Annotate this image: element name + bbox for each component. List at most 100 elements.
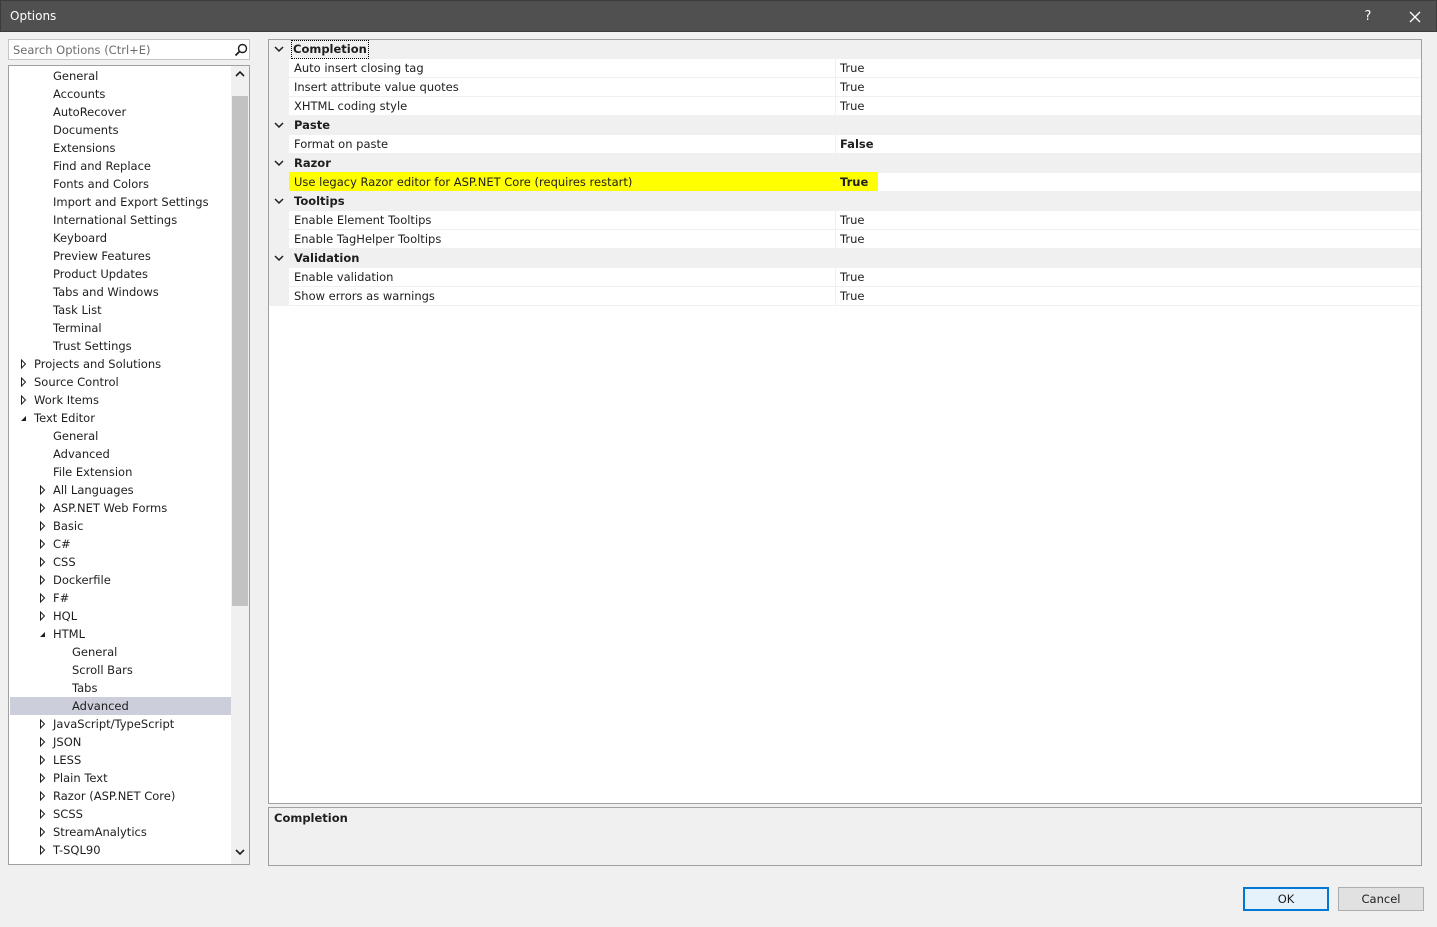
help-button[interactable]: ? (1356, 5, 1380, 29)
expand-arrow-icon[interactable] (38, 841, 48, 859)
property-value[interactable]: True (840, 59, 864, 78)
expand-arrow-icon[interactable] (38, 607, 48, 625)
tree-item-general[interactable]: General (10, 427, 231, 445)
tree-item-import-and-export-settings[interactable]: Import and Export Settings (10, 193, 231, 211)
tree-item-accounts[interactable]: Accounts (10, 85, 231, 103)
property-row-insert-attribute-value-quotes[interactable]: Insert attribute value quotes True (269, 78, 1421, 97)
property-row-format-on-paste[interactable]: Format on paste False (269, 135, 1421, 154)
expand-arrow-icon[interactable] (38, 589, 48, 607)
tree-item-html[interactable]: HTML (10, 625, 231, 643)
tree-item-razor-asp-net-core[interactable]: Razor (ASP.NET Core) (10, 787, 231, 805)
tree-item-css[interactable]: CSS (10, 553, 231, 571)
tree-item-task-list[interactable]: Task List (10, 301, 231, 319)
expand-arrow-icon[interactable] (38, 535, 48, 553)
close-button[interactable] (1401, 4, 1429, 30)
chevron-down-icon[interactable] (274, 121, 284, 129)
expand-arrow-icon[interactable] (38, 751, 48, 769)
tree-item-product-updates[interactable]: Product Updates (10, 265, 231, 283)
property-value[interactable]: False (840, 135, 874, 154)
search-input[interactable] (9, 40, 231, 59)
expand-arrow-icon[interactable] (38, 715, 48, 733)
property-row-enable-taghelper-tooltips[interactable]: Enable TagHelper Tooltips True (269, 230, 1421, 249)
tree-item-basic[interactable]: Basic (10, 517, 231, 535)
expand-arrow-icon[interactable] (38, 733, 48, 751)
expand-arrow-icon[interactable] (38, 787, 48, 805)
expand-arrow-icon[interactable] (38, 481, 48, 499)
chevron-down-icon[interactable] (274, 159, 284, 167)
tree-item-f[interactable]: F# (10, 589, 231, 607)
property-row-auto-insert-closing-tag[interactable]: Auto insert closing tag True (269, 59, 1421, 78)
collapse-arrow-icon[interactable] (38, 625, 48, 643)
tree-item-dockerfile[interactable]: Dockerfile (10, 571, 231, 589)
tree-item-tabs-and-windows[interactable]: Tabs and Windows (10, 283, 231, 301)
tree-item-work-items[interactable]: Work Items (10, 391, 231, 409)
category-razor[interactable]: Razor (269, 154, 1421, 173)
category-validation[interactable]: Validation (269, 249, 1421, 268)
property-value[interactable]: True (840, 78, 864, 97)
tree-item-tabs[interactable]: Tabs (10, 679, 231, 697)
property-row-xhtml-coding-style[interactable]: XHTML coding style True (269, 97, 1421, 116)
expand-arrow-icon[interactable] (19, 373, 29, 391)
tree-item-international-settings[interactable]: International Settings (10, 211, 231, 229)
expand-arrow-icon[interactable] (19, 391, 29, 409)
expand-arrow-icon[interactable] (38, 499, 48, 517)
tree-item-asp-net-web-forms[interactable]: ASP.NET Web Forms (10, 499, 231, 517)
property-value[interactable]: True (840, 230, 864, 249)
search-icon[interactable] (234, 43, 248, 57)
tree-item-hql[interactable]: HQL (10, 607, 231, 625)
tree-item-fonts-and-colors[interactable]: Fonts and Colors (10, 175, 231, 193)
tree-item-autorecover[interactable]: AutoRecover (10, 103, 231, 121)
property-value[interactable]: True (840, 287, 864, 306)
tree-item-less[interactable]: LESS (10, 751, 231, 769)
tree-item-keyboard[interactable]: Keyboard (10, 229, 231, 247)
tree-item-text-editor[interactable]: Text Editor (10, 409, 231, 427)
ok-button[interactable]: OK (1243, 887, 1329, 911)
tree-item-general[interactable]: General (10, 67, 231, 85)
chevron-down-icon[interactable] (274, 197, 284, 205)
expand-arrow-icon[interactable] (19, 355, 29, 373)
tree-item-general[interactable]: General (10, 643, 231, 661)
expand-arrow-icon[interactable] (38, 769, 48, 787)
property-value[interactable]: True (840, 268, 864, 287)
tree-item-json[interactable]: JSON (10, 733, 231, 751)
expand-arrow-icon[interactable] (38, 823, 48, 841)
tree-item-trust-settings[interactable]: Trust Settings (10, 337, 231, 355)
property-row-enable-validation[interactable]: Enable validation True (269, 268, 1421, 287)
tree-item-advanced[interactable]: Advanced (10, 445, 231, 463)
property-value[interactable]: True (840, 211, 864, 230)
property-value[interactable]: True (840, 97, 864, 116)
tree-item-find-and-replace[interactable]: Find and Replace (10, 157, 231, 175)
expand-arrow-icon[interactable] (38, 553, 48, 571)
property-row-show-errors-as-warnings[interactable]: Show errors as warnings True (269, 287, 1421, 306)
tree-item-t-sql90[interactable]: T-SQL90 (10, 841, 231, 859)
tree-item-documents[interactable]: Documents (10, 121, 231, 139)
chevron-down-icon[interactable] (274, 254, 284, 262)
tree-item-javascript-typescript[interactable]: JavaScript/TypeScript (10, 715, 231, 733)
tree-scrollbar[interactable] (231, 66, 249, 864)
expand-arrow-icon[interactable] (38, 517, 48, 535)
tree-item-extensions[interactable]: Extensions (10, 139, 231, 157)
property-row-use-legacy-razor-editor-for-asp-net-core-requires-restart[interactable]: Use legacy Razor editor for ASP.NET Core… (269, 173, 1421, 192)
scroll-down-icon[interactable] (235, 848, 245, 856)
collapse-arrow-icon[interactable] (19, 409, 29, 427)
property-row-enable-element-tooltips[interactable]: Enable Element Tooltips True (269, 211, 1421, 230)
property-value[interactable]: True (840, 173, 868, 192)
tree-item-file-extension[interactable]: File Extension (10, 463, 231, 481)
chevron-down-icon[interactable] (274, 45, 284, 53)
tree-item-c[interactable]: C# (10, 535, 231, 553)
scrollbar-thumb[interactable] (232, 96, 248, 606)
tree-item-all-languages[interactable]: All Languages (10, 481, 231, 499)
category-completion[interactable]: Completion (269, 40, 1421, 59)
tree-item-advanced[interactable]: Advanced (10, 697, 231, 715)
category-paste[interactable]: Paste (269, 116, 1421, 135)
tree-item-streamanalytics[interactable]: StreamAnalytics (10, 823, 231, 841)
tree-item-plain-text[interactable]: Plain Text (10, 769, 231, 787)
tree-item-scroll-bars[interactable]: Scroll Bars (10, 661, 231, 679)
cancel-button[interactable]: Cancel (1338, 887, 1424, 911)
tree-item-terminal[interactable]: Terminal (10, 319, 231, 337)
tree-item-source-control[interactable]: Source Control (10, 373, 231, 391)
scroll-up-icon[interactable] (235, 70, 245, 78)
tree-item-preview-features[interactable]: Preview Features (10, 247, 231, 265)
tree-item-scss[interactable]: SCSS (10, 805, 231, 823)
category-tooltips[interactable]: Tooltips (269, 192, 1421, 211)
